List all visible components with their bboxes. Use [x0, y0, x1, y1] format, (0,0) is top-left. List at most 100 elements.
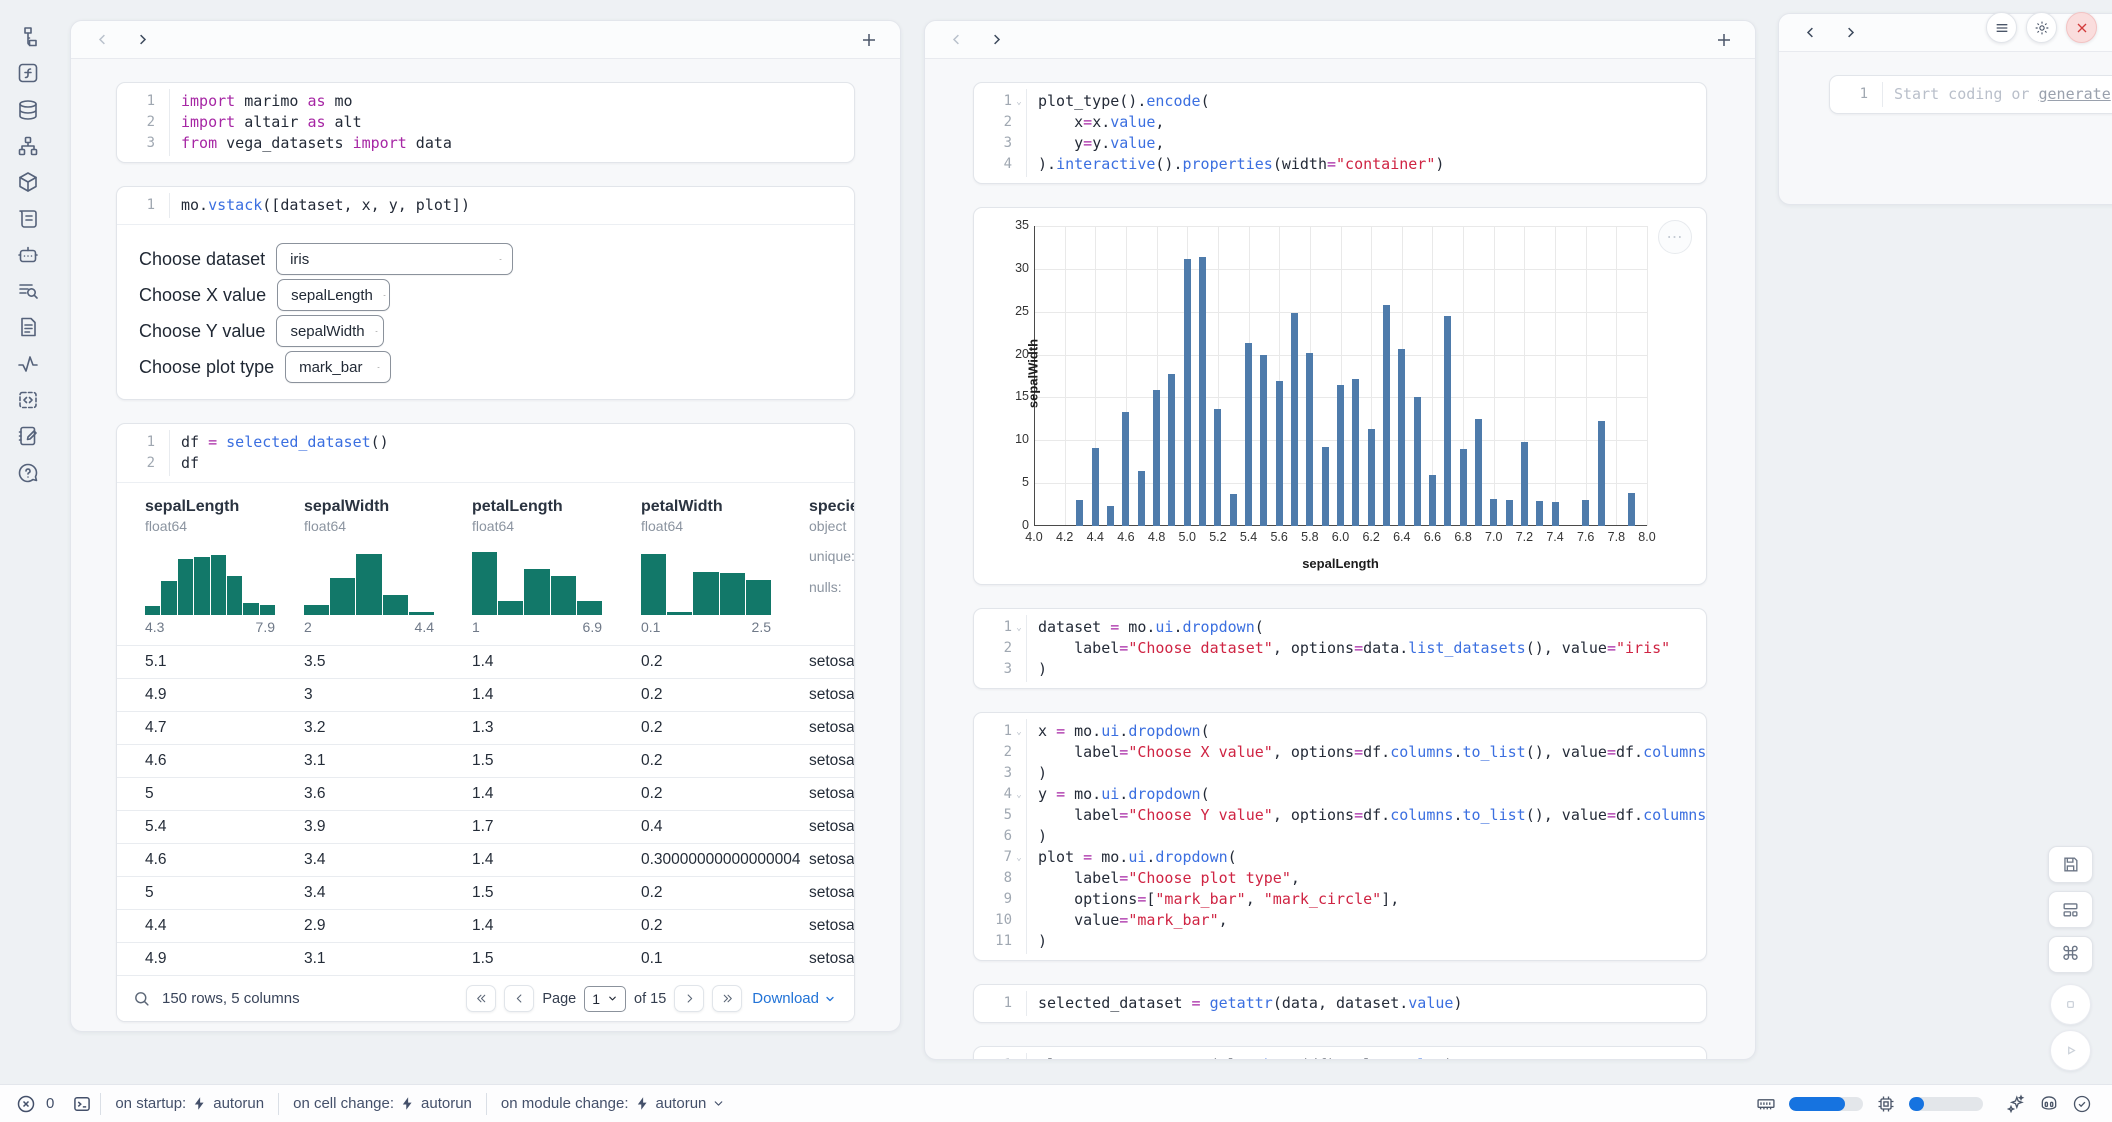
vstack-cell-code[interactable]: 1mo.vstack([dataset, x, y, plot])	[117, 187, 854, 224]
line-number: 1	[117, 432, 155, 453]
table-cell: 1.4	[472, 851, 641, 869]
xyplot-cell[interactable]: 1⌄x = mo.ui.dropdown(2 label="Choose X v…	[973, 712, 1707, 961]
sidebar-package-icon[interactable]	[13, 167, 43, 197]
selected-dataset-cell-code[interactable]: 1selected_dataset = getattr(data, datase…	[974, 985, 1706, 1022]
sidebar-documentation-icon[interactable]	[13, 312, 43, 342]
df-cell[interactable]: 1df = selected_dataset()2dfsepalLengthse…	[116, 423, 855, 1022]
ai-sparkles-icon[interactable]	[2006, 1094, 2026, 1114]
table-row[interactable]: 4.931.40.2setosa	[117, 678, 854, 711]
autorun-group[interactable]: on startup:autorun	[101, 1095, 278, 1112]
terminal-icon[interactable]	[72, 1094, 92, 1114]
table-row[interactable]: 4.42.91.40.2setosa	[117, 909, 854, 942]
layout-button[interactable]	[2048, 891, 2093, 928]
sidebar-chat-bot-icon[interactable]	[13, 240, 43, 270]
sidebar-tracing-icon[interactable]	[13, 349, 43, 379]
token: (), value	[1526, 639, 1607, 657]
chevron-left-icon[interactable]	[89, 27, 115, 53]
chevron-right-icon[interactable]	[983, 27, 1009, 53]
plot-cell[interactable]: 1⌄plot_type().encode(2 x=x.value,3 y=y.v…	[973, 82, 1707, 184]
control-select-3[interactable]: sepalWidth	[276, 315, 384, 347]
token: [	[1706, 806, 1707, 824]
errors-icon[interactable]	[16, 1094, 36, 1114]
plot-type-cell[interactable]: 1plot_type = getattr(alt.Chart(df), plot…	[973, 1046, 1707, 1060]
connected-check-icon[interactable]	[2072, 1094, 2092, 1114]
table-row[interactable]: 4.63.41.40.30000000000000004setosa	[117, 843, 854, 876]
token: ],	[1381, 890, 1399, 908]
df-cell-code[interactable]: 1df = selected_dataset()2df	[117, 424, 854, 482]
column-histogram[interactable]	[304, 547, 434, 615]
copilot-icon[interactable]	[2039, 1094, 2059, 1114]
altair-chart-output[interactable]: 4.04.24.44.64.85.05.25.45.65.86.06.26.46…	[973, 207, 1707, 585]
token: )	[1453, 994, 1462, 1012]
line-number: 1	[117, 91, 155, 112]
download-link[interactable]: Download	[752, 990, 836, 1007]
empty-cell-code[interactable]: 1Start coding or generate with	[1830, 76, 2112, 113]
close-button[interactable]	[2066, 12, 2097, 43]
column-histogram[interactable]	[145, 547, 275, 615]
autorun-group[interactable]: on module change:autorun	[487, 1095, 739, 1112]
control-row: Choose datasetiris	[139, 241, 832, 277]
add-cell-icon[interactable]	[1711, 27, 1737, 53]
column-type: float64	[641, 517, 809, 535]
chevron-left-icon[interactable]	[943, 27, 969, 53]
sidebar-scroll-logs-icon[interactable]	[13, 204, 43, 234]
imports-cell[interactable]: 1import marimo as mo2import altair as al…	[116, 82, 855, 163]
y-tick-label: 35	[999, 218, 1029, 232]
line-number: 6	[974, 826, 1012, 847]
sidebar-database-icon[interactable]	[13, 95, 43, 125]
last-page-button[interactable]	[712, 985, 742, 1012]
add-cell-icon[interactable]	[856, 27, 882, 53]
dataset-cell[interactable]: 1⌄dataset = mo.ui.dropdown(2 label="Choo…	[973, 608, 1707, 689]
control-select-4[interactable]: mark_bar	[285, 351, 391, 383]
command-palette-button[interactable]: ⌘	[2048, 936, 2093, 973]
table-row[interactable]: 53.41.50.2setosa	[117, 876, 854, 909]
sidebar-dependency-graph-icon[interactable]	[13, 131, 43, 161]
table-row[interactable]: 53.61.40.2setosa	[117, 777, 854, 810]
table-row[interactable]: 4.63.11.50.2setosa	[117, 744, 854, 777]
table-row[interactable]: 4.73.21.30.2setosa	[117, 711, 854, 744]
control-select-1[interactable]: iris	[276, 243, 513, 275]
settings-button[interactable]	[2026, 12, 2057, 43]
page-select[interactable]: 1	[584, 986, 626, 1012]
token: dropdown	[1155, 848, 1227, 866]
sidebar-file-tree-icon[interactable]	[13, 22, 43, 52]
empty-cell[interactable]: 1Start coding or generate with	[1829, 75, 2112, 114]
chevron-right-icon[interactable]	[129, 27, 155, 53]
y-tick-label: 5	[999, 475, 1029, 489]
chart-bar	[1582, 500, 1589, 526]
token: ,	[1219, 911, 1228, 929]
next-page-button[interactable]	[674, 985, 704, 1012]
table-row[interactable]: 4.93.11.50.1setosa	[117, 942, 854, 975]
search-icon[interactable]	[133, 990, 150, 1007]
column-histogram[interactable]	[472, 547, 602, 615]
sidebar-help-icon[interactable]	[13, 458, 43, 488]
sidebar-snippets-icon[interactable]	[13, 385, 43, 415]
cpu-meter	[1909, 1097, 1983, 1111]
sidebar-function-square-icon[interactable]	[13, 58, 43, 88]
stop-button[interactable]	[2050, 984, 2091, 1025]
table-row[interactable]: 5.43.91.70.4setosa	[117, 810, 854, 843]
autorun-group[interactable]: on cell change:autorun	[279, 1095, 486, 1112]
prev-page-button[interactable]	[504, 985, 534, 1012]
column-histogram[interactable]	[641, 547, 771, 615]
first-page-button[interactable]	[466, 985, 496, 1012]
control-select-2[interactable]: sepalLength	[277, 279, 390, 311]
plot-type-cell-code[interactable]: 1plot_type = getattr(alt.Chart(df), plot…	[974, 1047, 1706, 1060]
dataset-cell-code[interactable]: 1⌄dataset = mo.ui.dropdown(2 label="Choo…	[974, 609, 1706, 688]
save-button[interactable]	[2048, 846, 2093, 883]
imports-cell-code[interactable]: 1import marimo as mo2import altair as al…	[117, 83, 854, 162]
chart-actions-button[interactable]: ⋯	[1658, 220, 1692, 254]
selected-dataset-cell[interactable]: 1selected_dataset = getattr(data, datase…	[973, 984, 1707, 1023]
chevron-right-icon[interactable]	[1837, 20, 1863, 46]
plot-cell-code[interactable]: 1⌄plot_type().encode(2 x=x.value,3 y=y.v…	[974, 83, 1706, 183]
run-button[interactable]	[2050, 1030, 2091, 1071]
table-row[interactable]: 5.13.51.40.2setosa	[117, 645, 854, 678]
xyplot-cell-code[interactable]: 1⌄x = mo.ui.dropdown(2 label="Choose X v…	[974, 713, 1706, 960]
menu-button[interactable]	[1986, 12, 2017, 43]
sidebar-scratchpad-icon[interactable]	[13, 421, 43, 451]
sidebar-list-search-icon[interactable]	[13, 276, 43, 306]
table-cell: 3	[304, 686, 472, 704]
chevron-left-icon[interactable]	[1797, 20, 1823, 46]
vstack-cell[interactable]: 1mo.vstack([dataset, x, y, plot]) Choose …	[116, 186, 855, 400]
status-right	[1756, 1094, 2112, 1114]
